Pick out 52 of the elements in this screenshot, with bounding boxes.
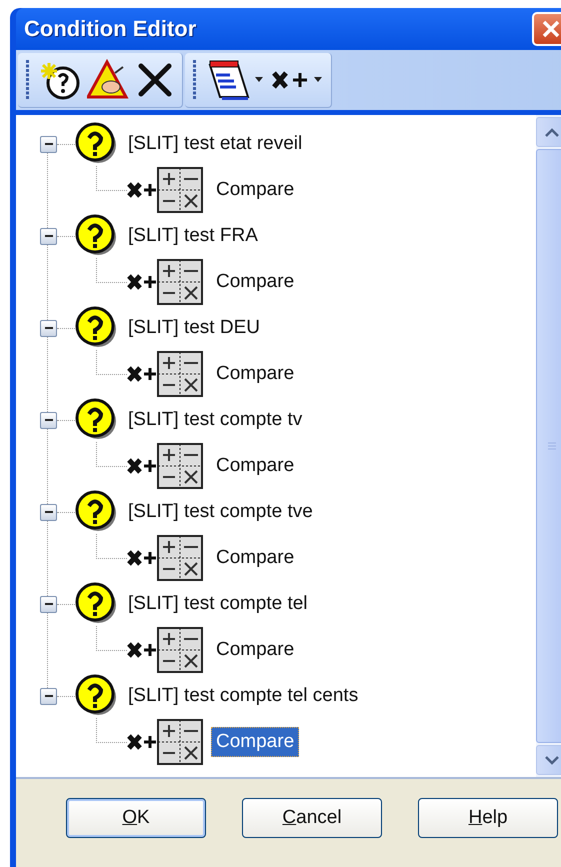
calculator-grid-icon <box>157 627 203 673</box>
condition-label[interactable]: [SLIT] test compte tel <box>128 593 308 615</box>
grip-handle[interactable] <box>193 60 197 100</box>
compare-label[interactable]: Compare <box>211 727 300 757</box>
scroll-up-button[interactable] <box>536 117 561 147</box>
close-icon <box>540 18 561 40</box>
window-title: Condition Editor <box>24 16 196 42</box>
toolbar-button[interactable] <box>86 58 130 100</box>
calculator-grid-icon <box>157 719 203 765</box>
chevron-up-icon <box>545 128 559 136</box>
compare-label[interactable]: Compare <box>211 175 300 205</box>
close-button[interactable] <box>532 12 561 46</box>
expander-button[interactable] <box>40 504 57 520</box>
compare-label[interactable]: Compare <box>211 635 300 665</box>
compare-label[interactable]: Compare <box>211 451 300 481</box>
question-icon <box>75 214 119 258</box>
condition-label[interactable]: [SLIT] test compte tv <box>128 409 302 431</box>
compare-label[interactable]: Compare <box>211 267 300 297</box>
condition-label[interactable]: [SLIT] test compte tel cents <box>128 685 358 707</box>
calculator-grid-icon <box>157 443 203 489</box>
question-icon <box>75 490 119 534</box>
warning-icon <box>87 58 129 100</box>
question-icon <box>75 674 119 718</box>
caret-icon <box>314 77 322 82</box>
grip-handle[interactable] <box>26 60 30 100</box>
calculator-grid-icon <box>157 167 203 213</box>
question-icon <box>75 582 119 626</box>
expander-button[interactable] <box>40 412 57 428</box>
scroll-down-button[interactable] <box>536 745 561 775</box>
condition-label[interactable]: [SLIT] test compte tve <box>128 501 313 523</box>
question-icon <box>75 398 119 442</box>
caret-icon <box>255 77 263 82</box>
calculator-grid-icon <box>157 535 203 581</box>
expander-button[interactable] <box>40 688 57 704</box>
grip-icon <box>548 442 556 450</box>
dialog-button[interactable]: Cancel <box>242 798 382 838</box>
condition-label[interactable]: [SLIT] test etat reveil <box>128 133 302 155</box>
expander-button[interactable] <box>40 320 57 336</box>
question-icon <box>75 122 119 166</box>
expander-button[interactable] <box>40 136 57 152</box>
dialog-button[interactable]: Help <box>418 798 558 838</box>
dialog-button[interactable]: OK <box>66 798 206 838</box>
chevron-down-icon <box>545 756 559 764</box>
question-icon <box>75 306 119 350</box>
condition-label[interactable]: [SLIT] test DEU <box>128 317 260 339</box>
expander-button[interactable] <box>40 596 57 612</box>
calculator-grid-icon <box>157 351 203 397</box>
expander-button[interactable] <box>40 228 57 244</box>
compare-label[interactable]: Compare <box>211 543 300 573</box>
calculator-grid-icon <box>157 259 203 305</box>
condition-label[interactable]: [SLIT] test FRA <box>128 225 258 247</box>
compare-label[interactable]: Compare <box>211 359 300 389</box>
